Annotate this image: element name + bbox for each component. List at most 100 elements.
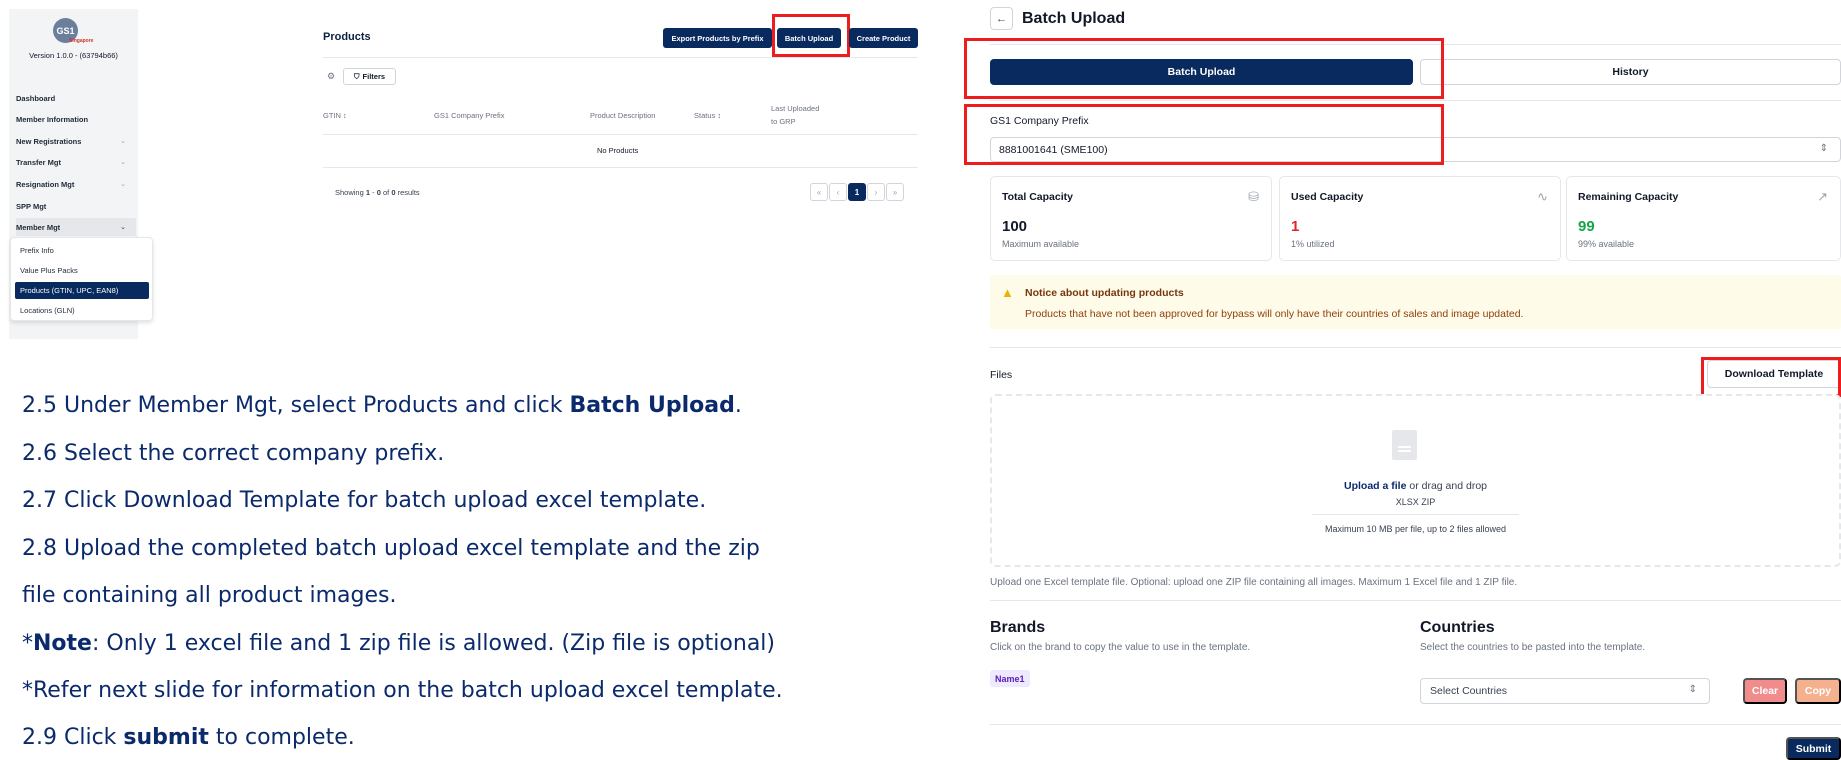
submenu-item-prefix-info[interactable]: Prefix Info — [15, 242, 149, 259]
notice-text: Products that have not been approved for… — [1025, 308, 1524, 320]
instruction-emphasis: Batch Upload — [569, 393, 735, 418]
create-product-button[interactable]: Create Product — [849, 28, 918, 48]
filters-label: Filters — [362, 72, 386, 81]
export-products-button[interactable]: Export Products by Prefix — [663, 28, 772, 48]
dropzone-max-size: Maximum 10 MB per file, up to 2 files al… — [1324, 524, 1507, 534]
instruction-step-2-9: 2.9 Click submit to complete. — [22, 725, 355, 750]
sidebar-item-label: New Registrations — [16, 136, 82, 146]
chevron-down-icon: ⌄ — [120, 181, 126, 188]
highlight-box — [964, 104, 1444, 165]
results-text: results — [395, 188, 420, 197]
tab-history[interactable]: History — [1420, 59, 1841, 85]
notice-title: Notice about updating products — [1025, 287, 1184, 299]
divider — [990, 347, 1841, 348]
select-arrows-icon: ⇕ — [1688, 684, 1697, 695]
sidebar-item-new-registrations[interactable]: New Registrations ⌄ — [16, 132, 136, 150]
copy-button[interactable]: Copy — [1795, 678, 1841, 704]
pagination-first[interactable]: « — [810, 183, 828, 201]
sidebar-item-resignation-mgt[interactable]: Resignation Mgt ⌄ — [16, 175, 136, 193]
sidebar-item-transfer-mgt[interactable]: Transfer Mgt ⌄ — [16, 153, 136, 171]
instruction-refer: *Refer next slide for information on the… — [22, 678, 783, 703]
card-title: Used Capacity — [1291, 191, 1364, 203]
column-header-status[interactable]: Status ↕ — [694, 111, 721, 120]
database-icon: ⛁ — [1248, 189, 1259, 204]
dropzone-prompt: Upload a file or drag and drop — [992, 480, 1839, 492]
instruction-text: 2.5 Under Member Mgt, select Products an… — [22, 393, 570, 418]
pagination-last[interactable]: » — [886, 183, 904, 201]
file-dropzone[interactable]: Upload a file or drag and drop XLSX ZIP … — [990, 394, 1841, 567]
results-text: Showing — [335, 188, 366, 197]
submenu-item-locations[interactable]: Locations (GLN) — [15, 302, 149, 319]
divider — [323, 134, 918, 135]
divider — [990, 600, 1841, 601]
back-arrow-icon[interactable]: ← — [990, 7, 1013, 30]
filters-button[interactable]: ⛉ Filters — [343, 68, 396, 85]
upload-help-text: Upload one Excel template file. Optional… — [990, 577, 1518, 588]
instruction-emphasis: submit — [123, 725, 209, 750]
column-header-prefix: GS1 Company Prefix — [434, 111, 505, 120]
pagination-page-1[interactable]: 1 — [848, 183, 866, 201]
highlight-box — [1701, 357, 1841, 397]
card-title: Total Capacity — [1002, 191, 1073, 203]
highlight-box — [964, 38, 1444, 99]
page-title: Batch Upload — [1022, 10, 1126, 27]
card-subtitle: Maximum available — [1002, 239, 1080, 249]
instruction-step-2-5: 2.5 Under Member Mgt, select Products an… — [22, 393, 742, 418]
submit-button[interactable]: Submit — [1786, 737, 1841, 760]
notice-banner: ▲ Notice about updating products Product… — [990, 275, 1841, 329]
pagination-next[interactable]: › — [867, 183, 885, 201]
countries-select[interactable]: Select Countries ⇕ — [1420, 678, 1710, 704]
submenu-item-value-plus-packs[interactable]: Value Plus Packs — [15, 262, 149, 279]
instruction-note: *Note: Only 1 excel file and 1 zip file … — [22, 631, 775, 656]
results-summary: Showing 1 - 0 of 0 results — [335, 188, 420, 197]
results-text: of — [380, 188, 392, 197]
sidebar-item-label: Dashboard — [16, 93, 56, 103]
pagination-prev[interactable]: ‹ — [829, 183, 847, 201]
version-label: Version 1.0.0 - (63794b66) — [29, 51, 118, 60]
column-header-description: Product Description — [590, 111, 656, 120]
instruction-text: : Only 1 excel file and 1 zip file is al… — [91, 631, 775, 656]
sidebar-item-label: SPP Mgt — [16, 201, 47, 211]
sidebar-item-label: Member Information — [16, 114, 89, 124]
column-header-gtin[interactable]: GTIN ↕ — [323, 111, 347, 120]
sidebar-item-member-mgt[interactable]: Member Mgt ⌄ — [16, 218, 136, 236]
brand-chip[interactable]: Name1 — [990, 670, 1030, 687]
column-header-line: to GRP — [771, 117, 796, 126]
column-header-line: Last Uploaded — [771, 104, 820, 113]
results-text: - — [370, 188, 377, 197]
instruction-step-2-6: 2.6 Select the correct company prefix. — [22, 441, 445, 466]
instruction-emphasis: Note — [33, 631, 92, 656]
total-capacity-card: Total Capacity ⛁ 100 Maximum available — [990, 176, 1272, 261]
divider — [323, 167, 918, 168]
remaining-capacity-card: Remaining Capacity ↗ 99 99% available — [1566, 176, 1841, 261]
sidebar-item-label: Member Mgt — [16, 222, 61, 232]
sidebar-item-member-information[interactable]: Member Information — [16, 110, 136, 128]
instruction-text: to complete. — [208, 725, 355, 750]
sidebar-item-spp-mgt[interactable]: SPP Mgt — [16, 197, 136, 215]
sidebar-item-dashboard[interactable]: Dashboard — [16, 89, 136, 107]
instruction-text: 2.9 Click — [22, 725, 124, 750]
gear-icon[interactable]: ⚙ — [327, 71, 335, 82]
instruction-step-2-8: 2.8 Upload the completed batch upload ex… — [22, 536, 760, 561]
column-header-last-uploaded: Last Uploaded to GRP — [771, 104, 819, 126]
countries-subtitle: Select the countries to be pasted into t… — [1420, 642, 1646, 653]
filter-icon: ⛉ — [353, 71, 360, 81]
brands-title: Brands — [990, 619, 1046, 636]
warning-icon: ▲ — [1001, 285, 1014, 300]
countries-title: Countries — [1420, 619, 1495, 636]
instruction-step-2-7: 2.7 Click Download Template for batch up… — [22, 488, 707, 513]
upload-file-link[interactable]: Upload a file — [1344, 480, 1406, 492]
instruction-step-2-8-cont: file containing all product images. — [22, 583, 397, 608]
submenu-item-products[interactable]: Products (GTIN, UPC, EAN8) — [15, 282, 149, 299]
instruction-text: . — [734, 393, 742, 418]
dropzone-text: or drag and drop — [1406, 480, 1487, 492]
sidebar-item-label: Resignation Mgt — [16, 179, 75, 189]
divider — [323, 57, 918, 58]
empty-state-text: No Products — [597, 146, 639, 155]
dropzone-file-types: XLSX ZIP — [1395, 497, 1436, 507]
file-icon — [1392, 430, 1417, 460]
divider — [990, 100, 1841, 101]
instruction-text: * — [22, 631, 33, 656]
card-value: 99 — [1578, 218, 1595, 235]
clear-button[interactable]: Clear — [1743, 678, 1787, 704]
